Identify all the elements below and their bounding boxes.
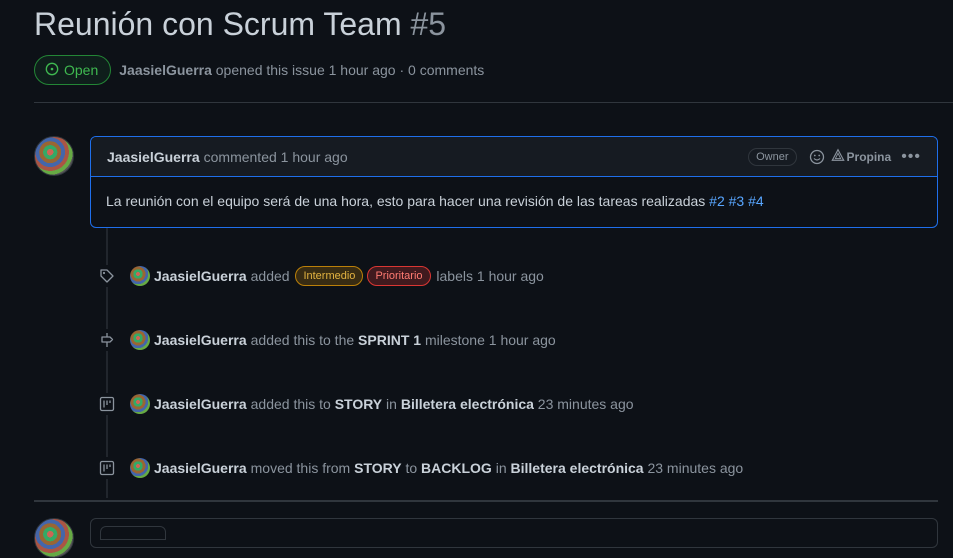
comment-time[interactable]: 1 hour ago xyxy=(281,149,348,165)
label-intermedio[interactable]: Intermedio xyxy=(295,266,364,286)
event-text: labels xyxy=(436,268,473,284)
project-icon xyxy=(96,457,118,479)
event-text: added xyxy=(250,268,290,284)
comment-box: JaasielGuerra commented 1 hour ago Owner… xyxy=(90,136,938,228)
comment-header: JaasielGuerra commented 1 hour ago Owner… xyxy=(91,137,937,177)
event-text: moved this from xyxy=(250,460,351,476)
event-actor-link[interactable]: JaasielGuerra xyxy=(154,332,247,348)
header-divider xyxy=(34,102,953,103)
event-time[interactable]: 1 hour ago xyxy=(489,332,556,348)
write-tab[interactable] xyxy=(100,526,166,540)
issue-open-icon xyxy=(45,62,59,79)
event-actor-link[interactable]: JaasielGuerra xyxy=(154,396,247,412)
avatar[interactable] xyxy=(130,394,150,414)
issue-meta: Open JaasielGuerra opened this issue 1 h… xyxy=(34,54,484,86)
event-time[interactable]: 23 minutes ago xyxy=(647,460,743,476)
event-actor-link[interactable]: JaasielGuerra xyxy=(154,268,247,284)
timeline-event-labels: JaasielGuerra added Intermedio Prioritar… xyxy=(96,264,544,288)
kebab-icon[interactable]: ••• xyxy=(901,148,921,166)
avatar[interactable] xyxy=(130,266,150,286)
avatar[interactable] xyxy=(34,518,74,558)
project-link[interactable]: Billetera electrónica xyxy=(401,396,534,412)
smiley-icon[interactable] xyxy=(809,149,825,165)
owner-badge: Owner xyxy=(748,147,797,166)
issue-title: Reunión con Scrum Team #5 xyxy=(34,6,446,43)
event-text: added this to xyxy=(250,396,331,412)
column-name: STORY xyxy=(334,396,383,412)
milestone-icon xyxy=(96,329,118,351)
comment-action: commented xyxy=(203,148,277,165)
issue-ref-link[interactable]: #3 xyxy=(729,193,745,209)
milestone-link[interactable]: SPRINT 1 xyxy=(358,332,421,348)
project-icon xyxy=(96,393,118,415)
timeline-event-project-added: JaasielGuerra added this to STORY in Bil… xyxy=(96,392,634,416)
event-text: in xyxy=(495,460,507,476)
issue-number: #5 xyxy=(410,6,447,42)
comments-count: 0 comments xyxy=(408,62,485,78)
from-column: STORY xyxy=(354,460,402,476)
issue-meta-text: JaasielGuerra opened this issue 1 hour a… xyxy=(119,62,484,78)
event-text: in xyxy=(386,396,397,412)
issue-author-link[interactable]: JaasielGuerra xyxy=(119,62,212,78)
timeline-event-milestone: JaasielGuerra added this to the SPRINT 1… xyxy=(96,328,556,352)
event-actor-link[interactable]: JaasielGuerra xyxy=(154,460,247,476)
to-column: BACKLOG xyxy=(421,460,492,476)
state-label: Open xyxy=(64,62,99,78)
meta-separator: · xyxy=(399,62,405,78)
issue-title-text: Reunión con Scrum Team xyxy=(34,6,402,42)
label-prioritario[interactable]: Prioritario xyxy=(367,266,431,286)
comment-body: La reunión con el equipo será de una hor… xyxy=(91,177,937,225)
comment-author-link[interactable]: JaasielGuerra xyxy=(107,149,200,165)
avatar[interactable] xyxy=(130,330,150,350)
event-time[interactable]: 1 hour ago xyxy=(477,268,544,284)
event-text: milestone xyxy=(424,332,485,348)
propina-button[interactable]: Propina xyxy=(830,148,892,165)
timeline-event-project-moved: JaasielGuerra moved this from STORY to B… xyxy=(96,456,743,480)
new-comment-box[interactable] xyxy=(90,518,938,548)
issue-ref-link[interactable]: #4 xyxy=(748,193,764,209)
opened-time[interactable]: 1 hour ago xyxy=(329,62,396,78)
propina-label: Propina xyxy=(846,149,892,164)
opened-text: opened this issue xyxy=(215,62,325,78)
state-badge: Open xyxy=(34,55,112,85)
event-time[interactable]: 23 minutes ago xyxy=(538,396,634,412)
project-link[interactable]: Billetera electrónica xyxy=(511,460,644,476)
tag-icon xyxy=(96,265,118,287)
event-text: added this to the xyxy=(250,332,355,348)
avatar[interactable] xyxy=(34,136,74,176)
avatar[interactable] xyxy=(130,458,150,478)
propina-icon xyxy=(830,148,845,165)
issue-ref-link[interactable]: #2 xyxy=(709,193,725,209)
event-text: to xyxy=(405,460,418,476)
timeline-divider xyxy=(34,500,938,502)
comment-body-text: La reunión con el equipo será de una hor… xyxy=(106,193,706,209)
